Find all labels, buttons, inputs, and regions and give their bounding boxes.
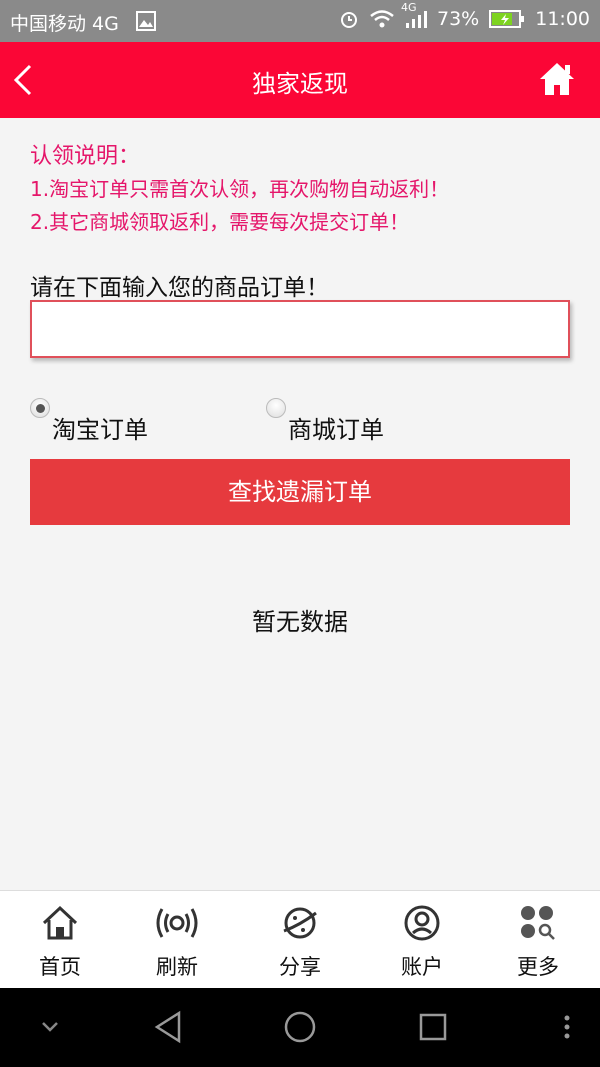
radio-mall-order[interactable]: 商城订单 bbox=[266, 396, 384, 445]
notice-heading: 认领说明： bbox=[30, 144, 141, 169]
home-icon[interactable] bbox=[538, 60, 576, 98]
claim-notice: 认领说明： 1.淘宝订单只需首次认领，再次购物自动返利！ 2.其它商城领取返利，… bbox=[30, 140, 449, 239]
radio-button[interactable] bbox=[266, 398, 286, 418]
radio-button-checked[interactable] bbox=[30, 398, 50, 418]
tab-label: 账户 bbox=[401, 955, 443, 979]
radio-label: 商城订单 bbox=[288, 416, 384, 444]
tab-account[interactable]: 账户 bbox=[362, 891, 482, 989]
image-icon bbox=[136, 11, 156, 31]
notice-line-2: 2.其它商城领取返利，需要每次提交订单！ bbox=[30, 210, 410, 234]
find-missing-orders-button[interactable]: 查找遗漏订单 bbox=[30, 459, 570, 525]
tab-more[interactable]: 更多 bbox=[478, 891, 598, 989]
battery-icon bbox=[489, 9, 525, 29]
tab-label: 刷新 bbox=[156, 955, 198, 979]
wifi-icon bbox=[369, 9, 395, 29]
alarm-icon bbox=[339, 9, 359, 29]
tab-refresh[interactable]: 刷新 bbox=[117, 891, 237, 989]
tab-label: 首页 bbox=[39, 955, 81, 979]
network-type-label: 4G bbox=[401, 1, 417, 14]
notice-line-1: 1.淘宝订单只需首次认领，再次购物自动返利！ bbox=[30, 177, 450, 201]
status-bar: 中国移动 4G 4G 73% 11:00 bbox=[0, 0, 600, 42]
tab-label: 分享 bbox=[279, 955, 321, 979]
battery-percent: 73% bbox=[437, 8, 480, 30]
radio-taobao-order[interactable]: 淘宝订单 bbox=[30, 396, 148, 445]
tab-home[interactable]: 首页 bbox=[0, 891, 120, 989]
nav-bar: 独家返现 bbox=[0, 42, 600, 118]
order-number-input[interactable] bbox=[30, 300, 570, 358]
status-right: 4G 73% 11:00 bbox=[339, 1, 590, 30]
signal-icon: 4G bbox=[401, 1, 427, 29]
bottom-tab-bar: 首页 刷新 分享 账户 更多 bbox=[0, 890, 600, 988]
empty-state-text: 暂无数据 bbox=[252, 608, 348, 636]
order-prompt: 请在下面输入您的商品订单！ bbox=[30, 275, 329, 301]
clock: 11:00 bbox=[535, 8, 590, 30]
carrier-label: 中国移动 4G bbox=[10, 13, 119, 35]
tab-label: 更多 bbox=[517, 955, 559, 979]
page-title: 独家返现 bbox=[252, 70, 348, 98]
radio-label: 淘宝订单 bbox=[52, 416, 148, 444]
tab-share[interactable]: 分享 bbox=[240, 891, 360, 989]
system-nav-bar bbox=[0, 988, 600, 1067]
